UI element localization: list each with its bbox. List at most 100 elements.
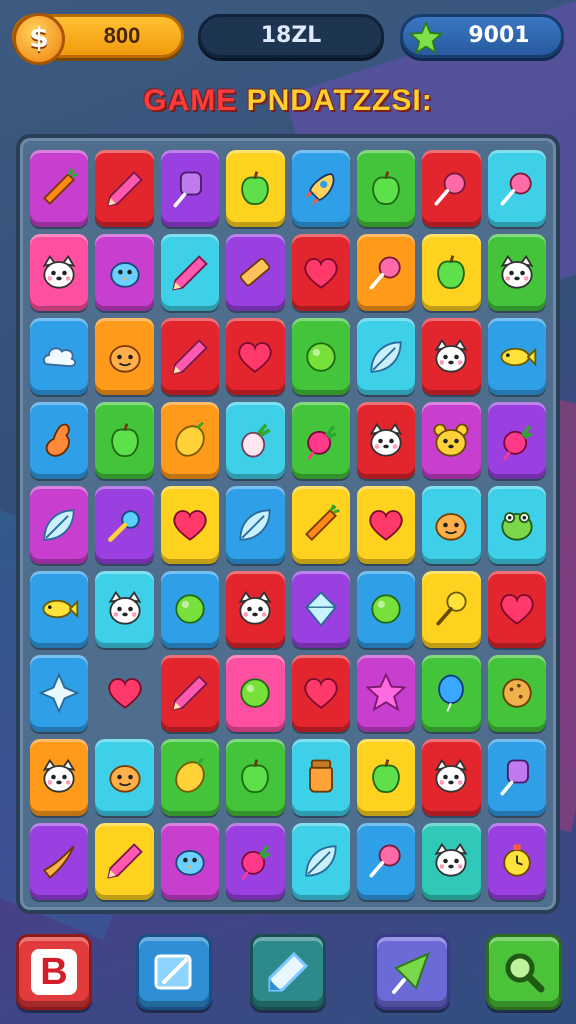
ball-icon — [175, 594, 205, 624]
game-tile[interactable] — [291, 150, 350, 228]
game-tile[interactable] — [226, 654, 285, 732]
cone-button[interactable] — [374, 934, 450, 1010]
game-tile[interactable] — [160, 234, 220, 312]
game-tile[interactable] — [226, 234, 285, 312]
game-tile[interactable] — [30, 570, 89, 648]
game-board — [16, 134, 560, 914]
game-tile[interactable] — [160, 570, 220, 648]
game-tile[interactable] — [487, 234, 546, 312]
game-tile[interactable] — [356, 654, 416, 732]
game-tile[interactable] — [422, 486, 481, 564]
game-tile[interactable] — [95, 318, 154, 396]
game-tile[interactable] — [30, 318, 89, 396]
game-tile[interactable] — [487, 402, 546, 480]
game-tile[interactable] — [487, 150, 546, 228]
game-tile[interactable] — [95, 402, 154, 480]
game-tile[interactable] — [356, 402, 416, 480]
game-tile[interactable] — [226, 402, 285, 480]
game-tile[interactable] — [356, 486, 416, 564]
game-tile[interactable] — [95, 486, 154, 564]
game-tile[interactable] — [356, 822, 416, 900]
game-tile[interactable] — [226, 570, 285, 648]
edit-button[interactable] — [136, 934, 212, 1010]
game-tile[interactable] — [226, 486, 285, 564]
game-tile[interactable] — [291, 654, 350, 732]
game-tile[interactable] — [160, 486, 220, 564]
game-tile[interactable] — [30, 150, 89, 228]
cat-icon — [500, 254, 534, 289]
cat-icon — [42, 759, 76, 793]
b-label: B — [31, 949, 77, 995]
lollipop-icon — [369, 256, 401, 290]
game-tile[interactable] — [95, 150, 154, 228]
game-tile[interactable] — [291, 486, 350, 564]
game-tile[interactable] — [487, 738, 546, 816]
diamond-icon — [304, 591, 337, 628]
game-tile[interactable] — [291, 570, 350, 648]
game-tile[interactable] — [356, 570, 416, 648]
game-tile[interactable] — [487, 570, 546, 648]
gem-counter[interactable]: 9001 — [400, 14, 564, 58]
game-tile[interactable] — [226, 150, 285, 228]
b-button[interactable]: B — [16, 934, 92, 1010]
game-tile[interactable] — [291, 822, 350, 900]
game-tile[interactable] — [160, 738, 220, 816]
fish-icon — [42, 599, 79, 619]
game-tile[interactable] — [226, 822, 285, 900]
game-tile[interactable] — [30, 738, 89, 816]
game-tile[interactable] — [422, 234, 481, 312]
game-tile[interactable] — [226, 738, 285, 816]
search-button[interactable] — [486, 934, 562, 1010]
cat-icon — [108, 590, 142, 625]
game-tile[interactable] — [422, 570, 481, 648]
game-tile[interactable] — [291, 738, 350, 816]
pen-button[interactable] — [250, 934, 326, 1010]
game-tile[interactable] — [160, 150, 220, 228]
game-tile[interactable] — [422, 150, 481, 228]
game-tile[interactable] — [487, 486, 546, 564]
fish-icon — [500, 347, 537, 367]
bird-icon — [109, 261, 140, 288]
game-tile[interactable] — [95, 822, 154, 900]
game-tile[interactable] — [422, 402, 481, 480]
ruler-icon — [240, 257, 271, 286]
coin-counter[interactable]: $ 800 — [12, 13, 184, 65]
game-tile[interactable] — [95, 570, 154, 648]
game-tile[interactable] — [160, 654, 220, 732]
game-tile[interactable] — [30, 654, 89, 732]
game-tile[interactable] — [422, 738, 481, 816]
game-tile[interactable] — [30, 402, 89, 480]
game-tile[interactable] — [356, 150, 416, 228]
game-tile[interactable] — [487, 318, 546, 396]
game-tile[interactable] — [30, 234, 89, 312]
game-tile[interactable] — [160, 822, 220, 900]
game-tile[interactable] — [291, 318, 350, 396]
game-tile[interactable] — [356, 738, 416, 816]
game-tile[interactable] — [291, 402, 350, 480]
game-tile[interactable] — [30, 486, 89, 564]
game-tile[interactable] — [95, 655, 153, 732]
game-tile[interactable] — [356, 234, 416, 312]
game-tile[interactable] — [487, 822, 546, 900]
game-tile[interactable] — [95, 738, 154, 816]
blob-icon — [108, 765, 141, 793]
game-tile[interactable] — [422, 654, 481, 732]
game-tile[interactable] — [160, 402, 220, 480]
blob-icon — [108, 344, 141, 373]
jar-icon — [308, 759, 333, 793]
game-tile[interactable] — [356, 318, 416, 396]
game-tile[interactable] — [422, 822, 481, 900]
ball-icon — [371, 594, 401, 624]
title-part-1: GAME — [143, 84, 238, 117]
game-tile[interactable] — [226, 318, 285, 396]
heart-icon — [304, 678, 338, 709]
game-tile[interactable] — [160, 318, 220, 396]
leaf-icon — [305, 845, 337, 878]
turnip-icon — [241, 423, 271, 458]
game-tile[interactable] — [487, 654, 546, 732]
game-tile[interactable] — [30, 822, 89, 900]
level-label: 18ZL — [198, 14, 384, 58]
game-tile[interactable] — [291, 234, 350, 312]
game-tile[interactable] — [422, 318, 481, 396]
game-tile[interactable] — [95, 234, 154, 312]
